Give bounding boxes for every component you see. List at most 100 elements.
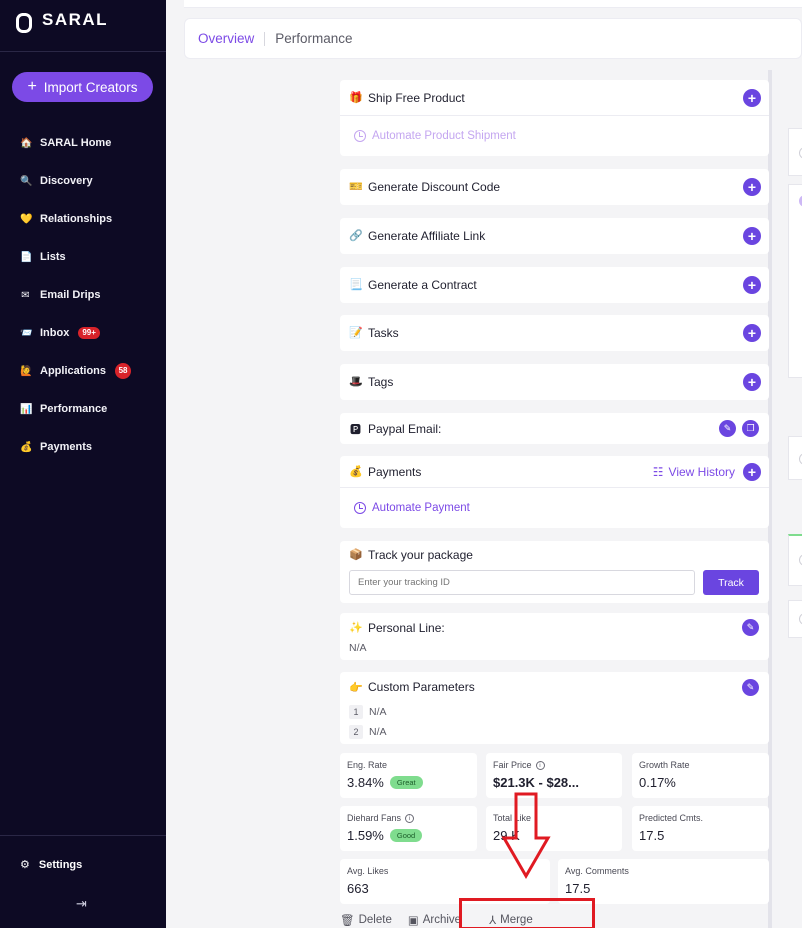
- sidebar-item-discovery[interactable]: 🔍 Discovery: [0, 162, 166, 200]
- card-title: Tags: [368, 374, 394, 389]
- tab-overview[interactable]: Overview: [198, 31, 254, 46]
- sidebar-item-relationships[interactable]: 💛 Relationships: [0, 200, 166, 238]
- add-task-button[interactable]: +: [743, 323, 761, 342]
- stat-label: Predicted Cmts.: [639, 813, 704, 823]
- archive-button[interactable]: ▣ Archive: [408, 913, 461, 927]
- personal-line-value: N/A: [349, 642, 367, 654]
- add-contract-button[interactable]: +: [743, 275, 761, 294]
- ticket-icon: 🎫: [349, 181, 363, 193]
- sidebar-item-applications[interactable]: 🙋 Applications 58: [0, 352, 166, 390]
- tab-performance[interactable]: Performance: [275, 31, 352, 46]
- stat-label: Avg. Comments: [565, 866, 629, 876]
- stat-label: Eng. Rate: [347, 760, 388, 770]
- memo-icon: 📝: [349, 327, 363, 339]
- sidebar-item-performance[interactable]: 📊 Performance: [0, 390, 166, 428]
- app-logo[interactable]: SARAL: [16, 10, 109, 33]
- edit-paypal-button[interactable]: ✎: [719, 420, 736, 437]
- parameter-index: 2: [349, 725, 363, 739]
- edit-custom-parameters-button[interactable]: ✎: [742, 678, 759, 696]
- home-icon: 🏠: [20, 137, 33, 149]
- sidebar-item-payments[interactable]: 💰 Payments: [0, 428, 166, 466]
- tracking-id-input[interactable]: [349, 570, 695, 595]
- parameter-value: N/A: [369, 706, 387, 718]
- track-button[interactable]: Track: [703, 570, 759, 595]
- paypal-icon: 🅿: [350, 423, 361, 436]
- card-title: Track your package: [368, 547, 473, 562]
- card-title: Paypal Email:: [368, 421, 442, 436]
- parameter-index: 1: [349, 705, 363, 719]
- info-icon[interactable]: i: [535, 760, 545, 770]
- top-hat-icon: 🎩: [349, 376, 363, 388]
- history-icon: ☷: [652, 464, 664, 479]
- custom-parameters-card: 👉 Custom Parameters ✎ 1 N/A 2 N/A: [340, 672, 769, 744]
- generate-contract-card: 📃 Generate a Contract +: [340, 267, 769, 303]
- sidebar-item-label: Payments: [40, 441, 92, 453]
- delete-button[interactable]: 🗑 Delete: [340, 913, 392, 927]
- add-payment-button[interactable]: +: [743, 462, 761, 481]
- add-discount-code-button[interactable]: +: [743, 177, 761, 196]
- card-title: Ship Free Product: [368, 90, 465, 105]
- archive-label: Archive: [422, 914, 462, 926]
- collapse-sidebar-icon[interactable]: ⇥: [76, 896, 87, 912]
- money-bag-icon: 💰: [20, 441, 33, 453]
- automate-product-shipment-link[interactable]: Automate Product Shipment: [340, 115, 769, 155]
- generate-discount-code-card: 🎫 Generate Discount Code +: [340, 169, 769, 205]
- sidebar-nav: 🏠 SARAL Home 🔍 Discovery 💛 Relationships 📄 L…: [0, 124, 166, 466]
- sidebar-item-home[interactable]: 🏠 SARAL Home: [0, 124, 166, 162]
- search-icon: 🔍: [20, 175, 33, 187]
- stat-label: Fair Price: [493, 760, 532, 770]
- rating-pill: Great: [389, 776, 423, 789]
- contract-icon: 📃: [349, 279, 363, 291]
- add-affiliate-link-button[interactable]: +: [743, 226, 761, 245]
- eng-rate-stat: Eng. Rate 3.84% Great: [340, 753, 477, 798]
- envelope-icon: ✉: [21, 289, 30, 301]
- stat-value: 0.17%: [639, 775, 676, 790]
- saral-logo-icon: [16, 11, 32, 33]
- money-bag-icon: 💰: [349, 466, 363, 478]
- stat-value: 17.5: [565, 881, 591, 896]
- growth-rate-stat: Growth Rate 0.17%: [632, 753, 769, 798]
- view-history-link[interactable]: ☷ View History: [653, 465, 735, 479]
- sidebar-item-lists[interactable]: 📄 Lists: [0, 238, 166, 276]
- diehard-fans-stat: Diehard Fans i 1.59% Good: [340, 806, 477, 851]
- app-name: SARAL: [42, 10, 109, 29]
- card-title: Personal Line:: [368, 620, 445, 635]
- gift-icon: 🎁: [349, 92, 363, 104]
- stat-value: 17.5: [639, 828, 665, 843]
- personal-line-card: ✨ Personal Line: ✎ N/A: [340, 613, 769, 660]
- import-creators-button[interactable]: + Import Creators: [12, 72, 153, 102]
- sidebar-item-email-drips[interactable]: ✉ Email Drips: [0, 276, 166, 314]
- applications-count-badge: 58: [115, 363, 132, 379]
- payments-card: 💰 Payments ☷ View History + Automate Pay…: [340, 456, 769, 528]
- delete-label: Delete: [358, 914, 392, 926]
- card-title: Custom Parameters: [368, 680, 475, 694]
- stat-label: Growth Rate: [639, 760, 690, 770]
- generate-affiliate-link-card: 🔗 Generate Affiliate Link +: [340, 218, 769, 254]
- clock-icon: [354, 129, 366, 142]
- sidebar-item-label: Performance: [40, 403, 108, 415]
- document-icon: 📄: [20, 251, 33, 263]
- stat-value: 663: [347, 881, 369, 896]
- add-ship-product-button[interactable]: +: [743, 88, 761, 107]
- track-package-card: 📦 Track your package Track: [340, 541, 769, 603]
- sidebar-item-settings[interactable]: ⚙ Settings: [20, 858, 82, 872]
- archive-icon: ▣: [407, 915, 419, 927]
- copy-paypal-button[interactable]: ❐: [742, 420, 759, 437]
- automate-payment-link[interactable]: Automate Payment: [340, 487, 769, 527]
- tasks-card: 📝 Tasks +: [340, 315, 769, 351]
- sidebar-item-inbox[interactable]: 📨 Inbox 99+: [0, 314, 166, 352]
- predicted-comments-stat: Predicted Cmts. 17.5: [632, 806, 769, 851]
- raised-hand-icon: 🙋: [20, 365, 33, 377]
- info-icon[interactable]: i: [405, 813, 415, 823]
- right-panel-card: [788, 436, 802, 480]
- annotation-highlight-box: [459, 898, 595, 928]
- card-title: Generate Affiliate Link: [368, 228, 486, 243]
- add-tag-button[interactable]: +: [743, 372, 761, 391]
- stat-label: Diehard Fans: [347, 813, 402, 823]
- custom-parameter-row: 2 N/A: [340, 722, 769, 742]
- card-title: Generate Discount Code: [368, 179, 501, 194]
- edit-personal-line-button[interactable]: ✎: [742, 619, 759, 636]
- sidebar-divider: [0, 51, 166, 52]
- pointing-hand-icon: 👉: [349, 681, 363, 694]
- automate-payment-label: Automate Payment: [372, 501, 470, 514]
